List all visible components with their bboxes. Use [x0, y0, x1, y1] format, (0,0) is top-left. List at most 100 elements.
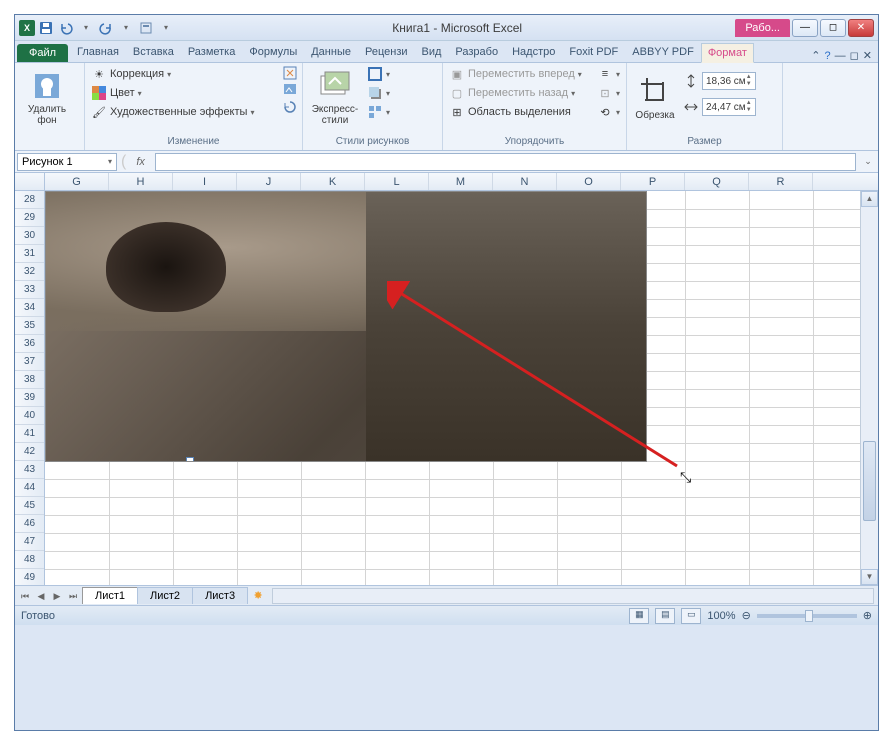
tab-pagelayout[interactable]: Разметка	[181, 42, 243, 62]
scroll-up-icon[interactable]: ▲	[861, 191, 878, 207]
horizontal-scrollbar[interactable]	[272, 588, 874, 604]
crop-button[interactable]: Обрезка	[631, 65, 679, 131]
vertical-scrollbar[interactable]: ▲ ▼	[860, 191, 878, 585]
maximize-button[interactable]: ◻	[820, 19, 846, 37]
tab-review[interactable]: Рецензи	[358, 42, 415, 62]
column-header[interactable]: G	[45, 173, 109, 190]
row-header[interactable]: 31	[15, 245, 44, 263]
tab-view[interactable]: Вид	[415, 42, 449, 62]
picture-tools-context-tab[interactable]: Рабо...	[735, 19, 790, 37]
picture-effects-button[interactable]: ▾	[365, 84, 392, 102]
undo-icon[interactable]	[57, 19, 75, 37]
color-button[interactable]: Цвет ▾	[89, 84, 280, 102]
tab-data[interactable]: Данные	[304, 42, 358, 62]
column-header[interactable]: R	[749, 173, 813, 190]
zoom-slider-thumb[interactable]	[805, 610, 813, 622]
row-header[interactable]: 48	[15, 551, 44, 569]
sheet-nav-prev-icon[interactable]: ◀	[33, 588, 49, 604]
help-icon[interactable]: ?	[825, 50, 831, 62]
zoom-level-label[interactable]: 100%	[707, 610, 735, 622]
mdi-minimize-icon[interactable]: —	[835, 50, 846, 62]
align-button[interactable]: ≡▾	[595, 65, 622, 83]
row-header[interactable]: 35	[15, 317, 44, 335]
column-header[interactable]: Q	[685, 173, 749, 190]
undo-dropdown-icon[interactable]: ▾	[77, 19, 95, 37]
rotate-button[interactable]: ⟲▾	[595, 103, 622, 121]
row-header[interactable]: 36	[15, 335, 44, 353]
height-input[interactable]: 18,36 см ▲▼	[702, 72, 756, 90]
formula-bar-expand-icon[interactable]: ⌄	[860, 156, 876, 167]
add-sheet-icon[interactable]: ✸	[248, 589, 268, 602]
artistic-effects-button[interactable]: 🖌 Художественные эффекты ▾	[89, 103, 280, 121]
scroll-down-icon[interactable]: ▼	[861, 569, 878, 585]
column-header[interactable]: M	[429, 173, 493, 190]
sheet-tab-3[interactable]: Лист3	[192, 587, 248, 604]
mdi-close-icon[interactable]: ✕	[863, 49, 872, 62]
redo-icon[interactable]	[97, 19, 115, 37]
row-header[interactable]: 47	[15, 533, 44, 551]
corrections-button[interactable]: ☀ Коррекция ▾	[89, 65, 280, 83]
selection-pane-button[interactable]: ⊞ Область выделения	[447, 103, 593, 121]
qat-extra-icon[interactable]	[137, 19, 155, 37]
minimize-ribbon-icon[interactable]: ⌃	[811, 49, 820, 62]
row-header[interactable]: 34	[15, 299, 44, 317]
row-header[interactable]: 38	[15, 371, 44, 389]
row-header[interactable]: 29	[15, 209, 44, 227]
sheet-nav-first-icon[interactable]: ⏮	[17, 588, 33, 604]
group-button[interactable]: ⊡▾	[595, 84, 622, 102]
inserted-picture[interactable]	[45, 191, 647, 462]
column-header[interactable]: H	[109, 173, 173, 190]
send-backward-button[interactable]: ▢ Переместить назад ▾	[447, 84, 593, 102]
zoom-slider[interactable]	[757, 614, 857, 618]
column-header[interactable]: P	[621, 173, 685, 190]
remove-background-button[interactable]: Удалить фон	[19, 65, 75, 131]
tab-insert[interactable]: Вставка	[126, 42, 181, 62]
fx-label[interactable]: fx	[130, 156, 151, 168]
zoom-out-icon[interactable]: ⊖	[742, 609, 751, 622]
redo-dropdown-icon[interactable]: ▾	[117, 19, 135, 37]
save-icon[interactable]	[37, 19, 55, 37]
tab-home[interactable]: Главная	[70, 42, 126, 62]
tab-formulas[interactable]: Формулы	[242, 42, 304, 62]
column-header[interactable]: L	[365, 173, 429, 190]
tab-format[interactable]: Формат	[701, 43, 754, 63]
row-header[interactable]: 39	[15, 389, 44, 407]
tab-abbyy[interactable]: ABBYY PDF	[625, 42, 701, 62]
sheet-tab-1[interactable]: Лист1	[82, 587, 138, 604]
mdi-restore-icon[interactable]: ◻	[850, 49, 859, 62]
scroll-thumb[interactable]	[863, 441, 876, 521]
row-header[interactable]: 46	[15, 515, 44, 533]
row-header[interactable]: 32	[15, 263, 44, 281]
namebox-dropdown-icon[interactable]: ▾	[108, 157, 112, 166]
column-header[interactable]: I	[173, 173, 237, 190]
tab-addins[interactable]: Надстро	[505, 42, 562, 62]
view-pagebreak-icon[interactable]: ▭	[681, 608, 701, 624]
column-header[interactable]: J	[237, 173, 301, 190]
height-spinner[interactable]: ▲▼	[746, 74, 752, 88]
column-header[interactable]: N	[493, 173, 557, 190]
resize-handle-bottom[interactable]	[186, 457, 194, 462]
compress-picture-icon[interactable]	[282, 65, 298, 81]
row-header[interactable]: 44	[15, 479, 44, 497]
reset-picture-icon[interactable]	[282, 99, 298, 115]
minimize-button[interactable]: —	[792, 19, 818, 37]
row-header[interactable]: 40	[15, 407, 44, 425]
picture-styles-button[interactable]: Экспресс-стили	[307, 65, 363, 131]
qat-customize-icon[interactable]: ▾	[157, 19, 175, 37]
column-header[interactable]: O	[557, 173, 621, 190]
formula-input[interactable]	[155, 153, 856, 171]
tab-foxit[interactable]: Foxit PDF	[562, 42, 625, 62]
picture-border-button[interactable]: ▾	[365, 65, 392, 83]
sheet-tab-2[interactable]: Лист2	[137, 587, 193, 604]
picture-layout-button[interactable]: ▾	[365, 103, 392, 121]
row-header[interactable]: 28	[15, 191, 44, 209]
row-header[interactable]: 49	[15, 569, 44, 585]
row-header[interactable]: 37	[15, 353, 44, 371]
row-header[interactable]: 43	[15, 461, 44, 479]
view-normal-icon[interactable]: ▦	[629, 608, 649, 624]
row-header[interactable]: 45	[15, 497, 44, 515]
column-header[interactable]: K	[301, 173, 365, 190]
width-input[interactable]: 24,47 см ▲▼	[702, 98, 756, 116]
zoom-in-icon[interactable]: ⊕	[863, 609, 872, 622]
row-header[interactable]: 41	[15, 425, 44, 443]
